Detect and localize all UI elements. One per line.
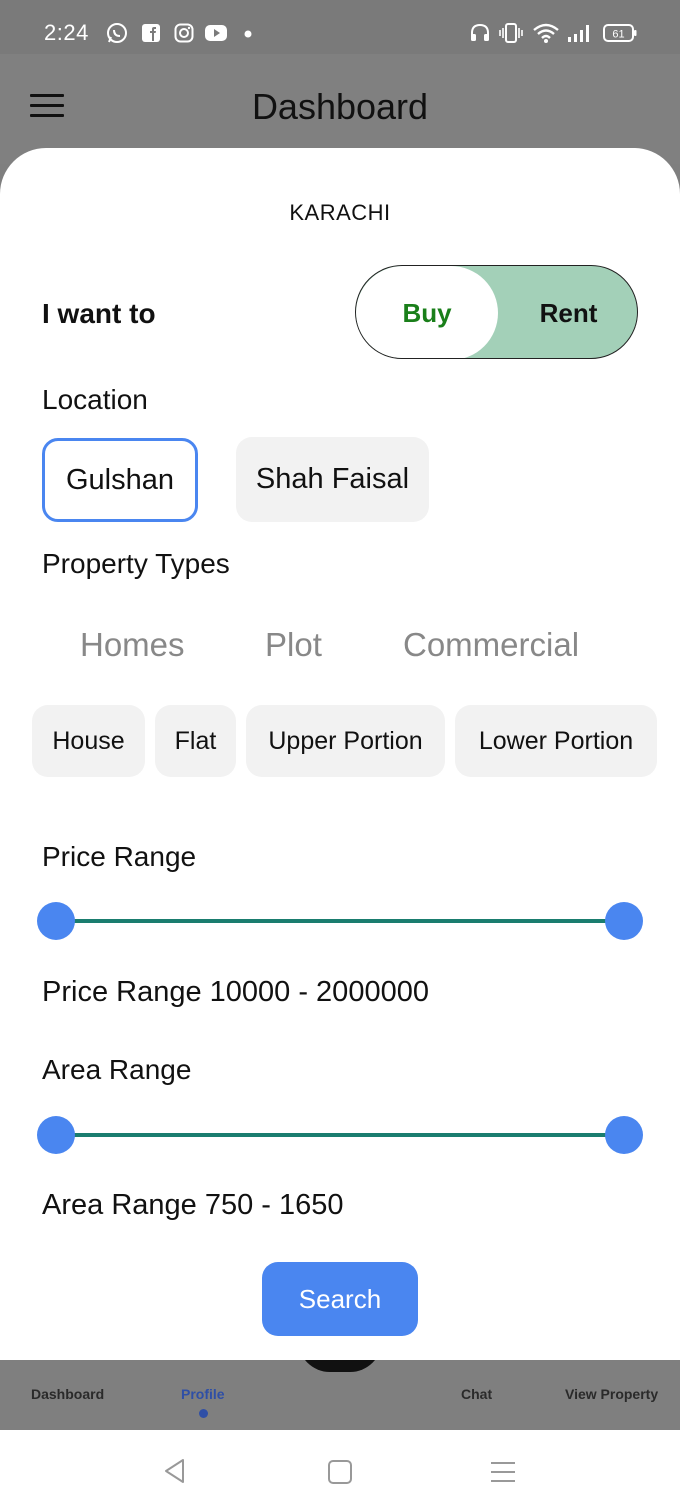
headset-icon — [471, 23, 489, 41]
active-indicator-dot — [199, 1409, 208, 1418]
want-to-label: I want to — [42, 298, 156, 329]
location-chip-shah-faisal[interactable]: Shah Faisal — [236, 437, 429, 522]
status-bar: 2:24 61 — [0, 0, 680, 54]
search-button[interactable]: Search — [262, 1262, 418, 1336]
recents-icon[interactable] — [489, 1460, 517, 1484]
price-range-value: Price Range 10000 - 2000000 — [42, 976, 429, 1008]
battery-icon: 61 — [603, 24, 637, 42]
price-range-label: Price Range — [42, 841, 197, 872]
status-time: 2:24 — [44, 20, 89, 45]
price-slider-track — [56, 919, 624, 923]
facebook-icon — [142, 24, 160, 42]
home-icon[interactable] — [327, 1459, 353, 1485]
rent-option[interactable]: Rent — [498, 266, 637, 358]
signal-icon — [568, 25, 589, 42]
area-range-label: Area Range — [42, 1054, 192, 1085]
price-min-thumb[interactable] — [37, 902, 75, 940]
nav-item-profile[interactable]: Profile — [181, 1386, 225, 1402]
subtype-chip-upper-portion[interactable]: Upper Portion — [246, 705, 445, 777]
location-label: Location — [42, 384, 148, 415]
location-chip-gulshan[interactable]: Gulshan — [42, 438, 198, 522]
area-range-value: Area Range 750 - 1650 — [42, 1189, 344, 1221]
nav-item-dashboard[interactable]: Dashboard — [31, 1386, 104, 1402]
area-slider-track — [56, 1133, 624, 1137]
tab-commercial[interactable]: Commercial — [403, 626, 579, 664]
area-min-thumb[interactable] — [37, 1116, 75, 1154]
bottom-nav: Dashboard Profile Chat View Property — [0, 1340, 680, 1430]
tab-plot[interactable]: Plot — [265, 626, 322, 664]
vibrate-icon — [499, 23, 523, 43]
price-range-slider[interactable] — [37, 901, 643, 941]
tab-homes[interactable]: Homes — [80, 626, 185, 664]
area-range-slider[interactable] — [37, 1115, 643, 1155]
page-title: Dashboard — [251, 86, 429, 127]
dot-icon — [244, 30, 252, 38]
youtube-icon — [205, 25, 227, 41]
system-navigation-bar — [0, 1430, 680, 1511]
buy-option[interactable]: Buy — [356, 266, 498, 358]
nav-item-chat[interactable]: Chat — [461, 1386, 492, 1402]
back-icon[interactable] — [161, 1457, 189, 1485]
city-title: KARACHI — [289, 200, 391, 225]
subtype-chip-house[interactable]: House — [32, 705, 145, 777]
buy-rent-toggle[interactable]: Rent Buy — [355, 265, 638, 359]
filter-sheet: KARACHI I want to Rent Buy Location Guls… — [0, 148, 680, 1360]
nav-item-view-property[interactable]: View Property — [565, 1386, 658, 1402]
subtype-chip-lower-portion[interactable]: Lower Portion — [455, 705, 657, 777]
instagram-icon — [174, 23, 194, 43]
whatsapp-icon — [107, 23, 127, 43]
property-types-label: Property Types — [42, 548, 230, 579]
subtype-chip-flat[interactable]: Flat — [155, 705, 236, 777]
area-max-thumb[interactable] — [605, 1116, 643, 1154]
battery-level: 61 — [612, 29, 624, 41]
wifi-icon — [533, 23, 559, 43]
price-max-thumb[interactable] — [605, 902, 643, 940]
